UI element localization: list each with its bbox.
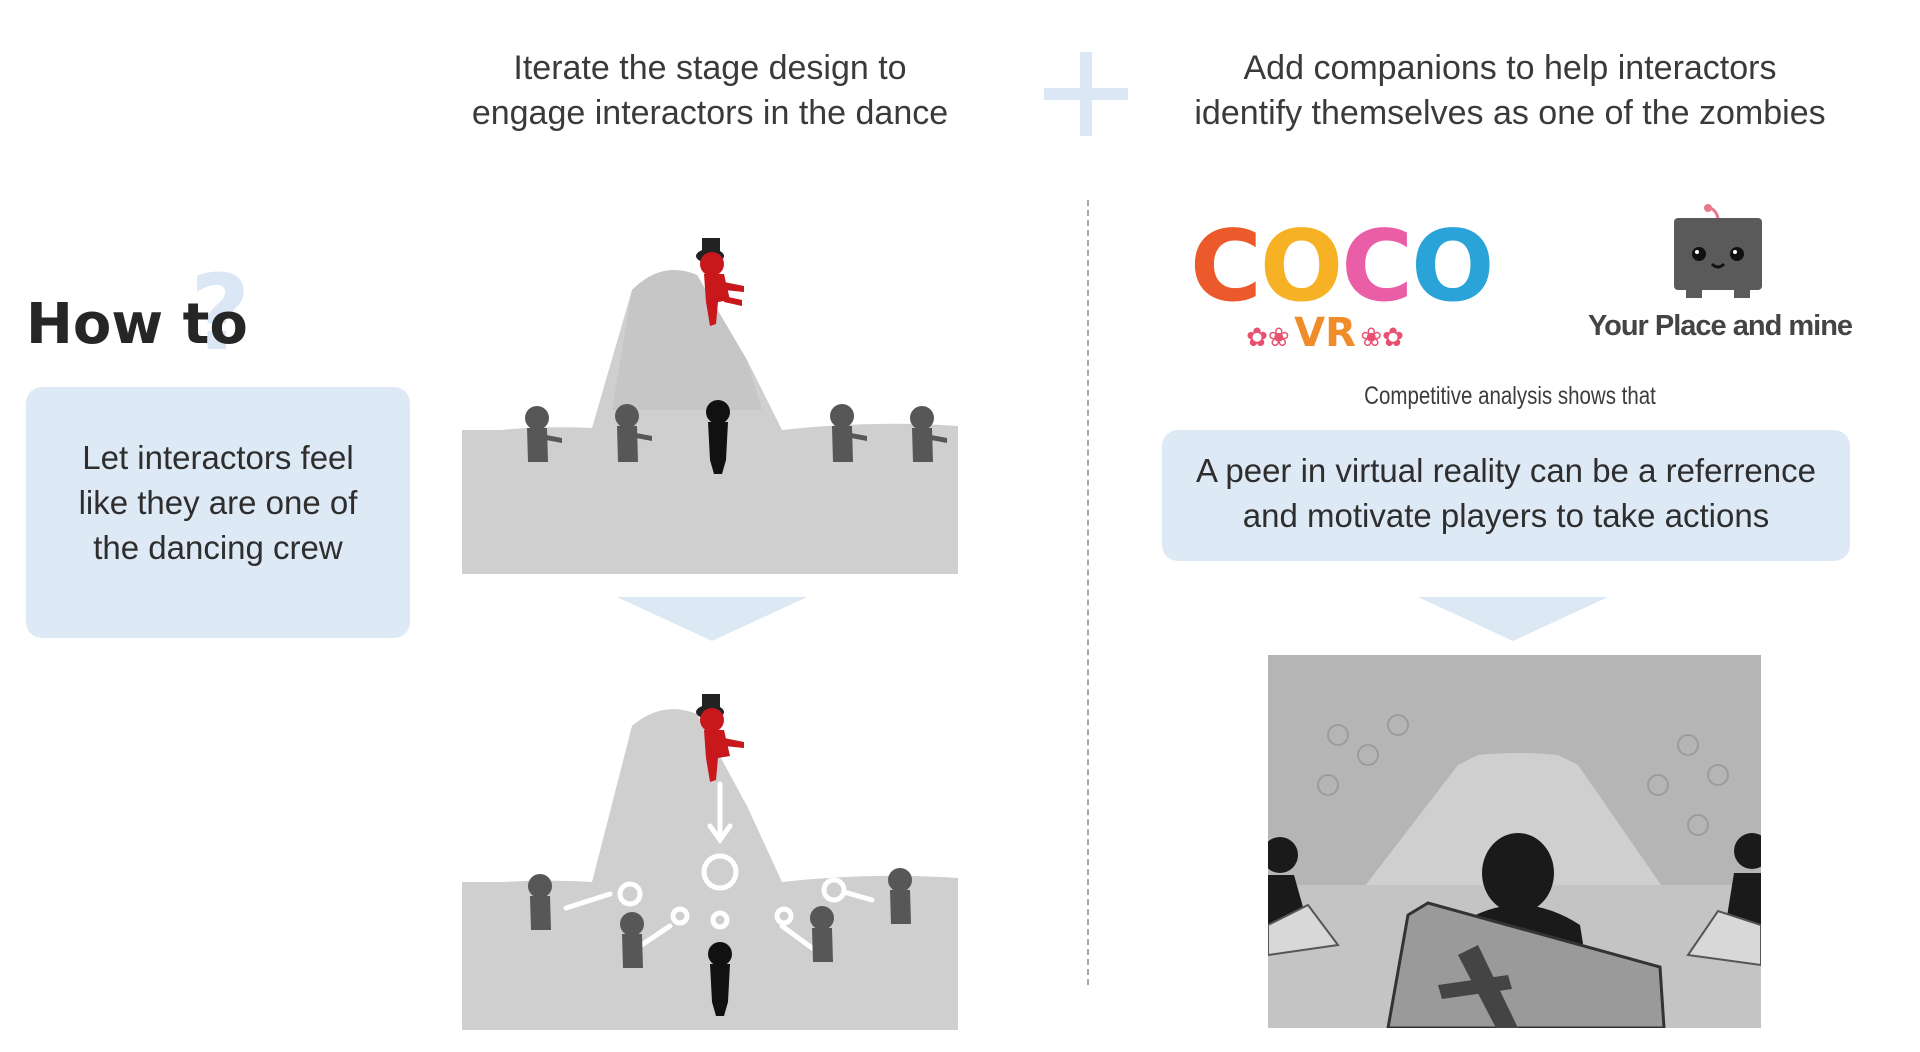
stage-sketch-after	[462, 686, 958, 1030]
analysis-caption: Competitive analysis shows that	[1364, 382, 1656, 410]
header-line: Add companions to help interactors	[1243, 49, 1777, 87]
coco-vr-label: VR	[1294, 310, 1356, 356]
right-column-header: Add companions to help interactors ident…	[1160, 46, 1860, 136]
coco-logo-icon: C O C O ✿❀ VR ❀✿	[1190, 210, 1494, 356]
header-line: identify themselves as one of the zombie…	[1194, 94, 1826, 132]
insight-box: A peer in virtual reality can be a refer…	[1162, 430, 1850, 561]
down-arrow-icon	[617, 597, 807, 641]
coco-wordmark: C O C O	[1190, 210, 1494, 324]
column-divider	[1087, 200, 1089, 985]
plus-icon	[1044, 52, 1128, 136]
coco-letter: C	[1341, 210, 1413, 324]
insight-line: and motivate players to take actions	[1242, 497, 1770, 534]
goal-line: Let interactors feel	[82, 439, 354, 476]
goal-box: Let interactors feel like they are one o…	[26, 387, 410, 638]
robot-icon	[1672, 202, 1764, 302]
your-place-and-mine-label: Your Place and mine	[1587, 310, 1853, 342]
stage-sketch-before	[462, 230, 958, 574]
insight-line: A peer in virtual reality can be a refer…	[1196, 452, 1816, 489]
down-arrow-icon	[1418, 597, 1608, 641]
goal-line: like they are one of	[78, 484, 358, 521]
middle-column-header: Iterate the stage design to engage inter…	[440, 46, 980, 136]
page-title: How to	[26, 292, 248, 357]
header-line: Iterate the stage design to	[513, 49, 907, 87]
header-line: engage interactors in the dance	[471, 94, 949, 132]
coco-letter: C	[1190, 210, 1262, 324]
coco-letter: O	[1411, 210, 1494, 324]
coco-letter: O	[1259, 210, 1343, 324]
companion-scene-sketch	[1268, 655, 1761, 1028]
goal-line: the dancing crew	[93, 529, 343, 566]
